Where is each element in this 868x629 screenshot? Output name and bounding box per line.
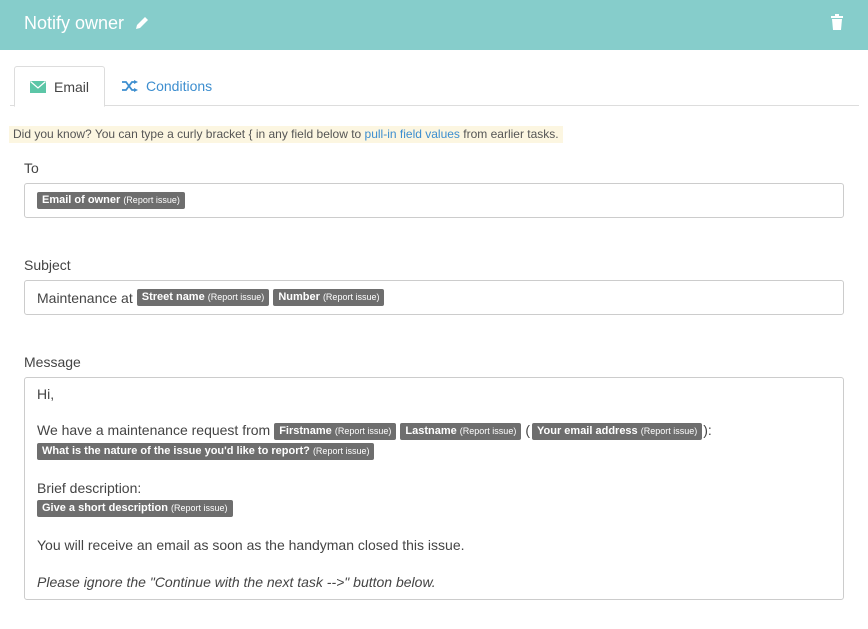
subject-field[interactable]: Maintenance at Street name (Report issue… bbox=[24, 280, 844, 315]
token-name: Firstname bbox=[279, 424, 332, 437]
trash-icon[interactable] bbox=[830, 14, 844, 30]
message-nature-line: What is the nature of the issue you'd li… bbox=[37, 442, 378, 460]
field-token[interactable]: Number (Report issue) bbox=[273, 289, 385, 306]
task-header: Notify owner bbox=[0, 0, 868, 50]
token-source: (Report issue) bbox=[322, 292, 380, 302]
tip-prefix: Did you know? You can type a curly brack… bbox=[13, 127, 365, 141]
field-token[interactable]: Email of owner (Report issue) bbox=[37, 192, 185, 209]
envelope-icon bbox=[30, 80, 46, 93]
subject-label: Subject bbox=[24, 257, 71, 273]
token-name: Give a short description bbox=[42, 501, 168, 514]
tab-email-label: Email bbox=[54, 78, 90, 95]
tab-conditions[interactable]: Conditions bbox=[122, 66, 212, 106]
token-name: What is the nature of the issue you'd li… bbox=[42, 444, 310, 457]
token-source: (Report issue) bbox=[123, 195, 180, 205]
token-name: Number bbox=[278, 291, 320, 303]
to-field[interactable]: Email of owner (Report issue) bbox=[24, 183, 844, 218]
message-greeting: Hi, bbox=[37, 386, 55, 402]
token-source: (Report issue) bbox=[207, 292, 265, 302]
pencil-icon[interactable] bbox=[134, 15, 150, 31]
shuffle-icon bbox=[122, 80, 138, 92]
tip-banner: Did you know? You can type a curly brack… bbox=[9, 126, 563, 143]
pull-in-field-values-link[interactable]: pull-in field values bbox=[365, 127, 460, 141]
field-token[interactable]: Give a short description (Report issue) bbox=[37, 499, 233, 517]
token-source: (Report issue) bbox=[170, 502, 228, 513]
field-token[interactable]: What is the nature of the issue you'd li… bbox=[37, 442, 375, 460]
to-label: To bbox=[24, 160, 39, 176]
token-name: Lastname bbox=[405, 424, 457, 437]
token-name: Street name bbox=[141, 291, 205, 303]
message-field[interactable]: Hi, We have a maintenance request from Fi… bbox=[24, 377, 844, 600]
close-paren: ): bbox=[703, 422, 712, 438]
token-source: (Report issue) bbox=[640, 425, 698, 436]
subject-prefix: Maintenance at bbox=[37, 289, 133, 306]
tab-conditions-label: Conditions bbox=[146, 78, 213, 94]
open-paren: ( bbox=[525, 422, 530, 438]
field-token[interactable]: Lastname (Report issue) bbox=[400, 422, 522, 440]
token-source: (Report issue) bbox=[334, 425, 392, 436]
message-label: Message bbox=[24, 354, 81, 370]
tab-email[interactable]: Email bbox=[14, 66, 105, 107]
message-ignore-line: Please ignore the "Continue with the nex… bbox=[37, 574, 436, 590]
token-name: Your email address bbox=[537, 424, 638, 437]
message-receive-line: You will receive an email as soon as the… bbox=[37, 537, 465, 553]
message-brief-line: Give a short description (Report issue) bbox=[37, 499, 237, 517]
tip-suffix: from earlier tasks. bbox=[459, 127, 559, 141]
task-title: Notify owner bbox=[24, 13, 125, 33]
message-request-line: We have a maintenance request from Firstn… bbox=[37, 422, 712, 440]
tab-bar: Email Conditions bbox=[10, 66, 859, 107]
field-token[interactable]: Your email address (Report issue) bbox=[532, 422, 703, 440]
token-source: (Report issue) bbox=[459, 425, 517, 436]
brief-description-label: Brief description: bbox=[37, 480, 142, 496]
field-token[interactable]: Firstname (Report issue) bbox=[274, 422, 397, 440]
request-prefix: We have a maintenance request from bbox=[37, 422, 271, 438]
field-token[interactable]: Street name (Report issue) bbox=[136, 289, 270, 306]
token-source: (Report issue) bbox=[312, 445, 370, 456]
token-name: Email of owner bbox=[42, 194, 121, 206]
